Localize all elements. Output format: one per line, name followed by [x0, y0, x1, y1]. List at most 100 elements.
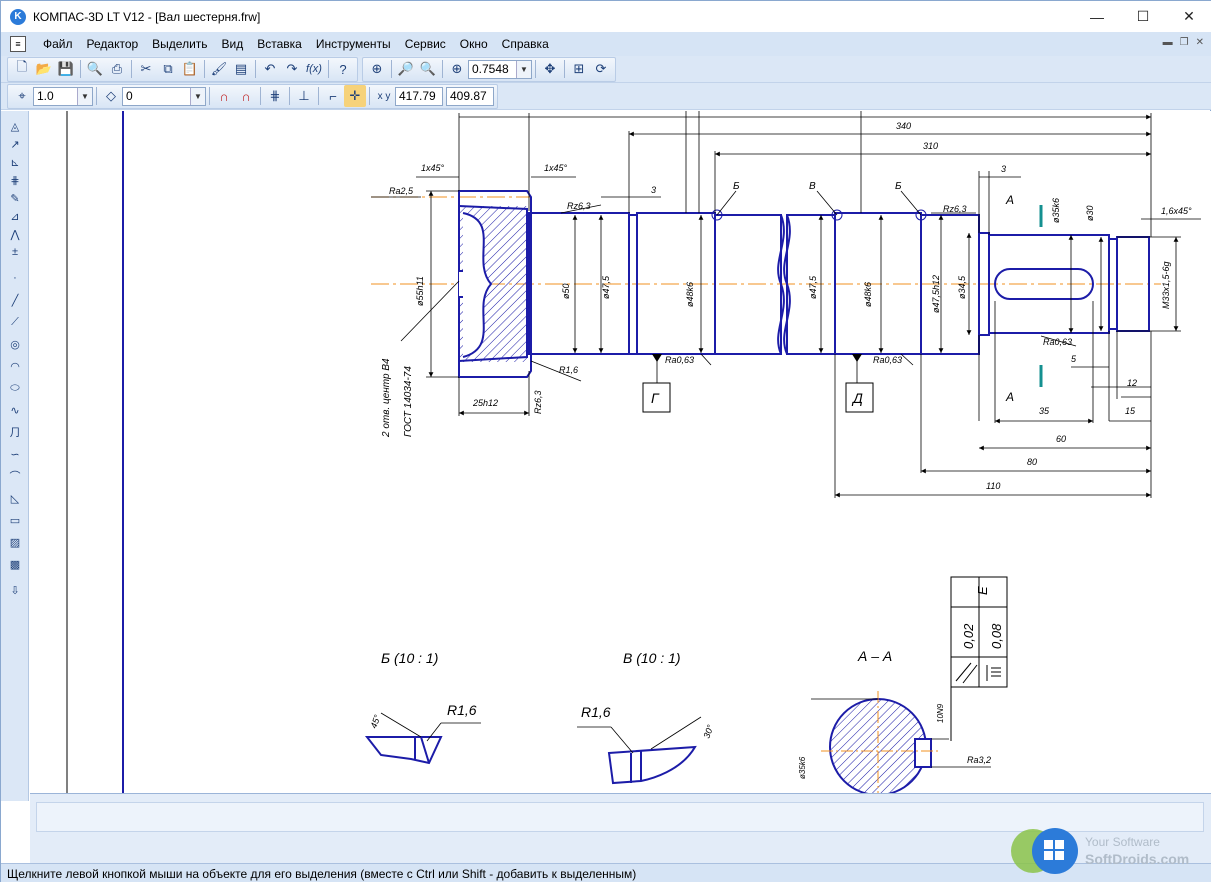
maximize-button[interactable]: ☐: [1120, 1, 1166, 32]
step-cursor-icon[interactable]: ⌖: [11, 85, 33, 107]
chamfer-icon[interactable]: ◺: [6, 489, 24, 507]
context-help-icon[interactable]: ?: [332, 58, 354, 80]
show-all-icon[interactable]: ⊞: [568, 58, 590, 80]
mdi-restore-icon[interactable]: ❐: [1180, 37, 1189, 48]
parametric-icon[interactable]: ✛: [344, 85, 366, 107]
properties-icon[interactable]: ▤: [230, 58, 252, 80]
menu-window[interactable]: Окно: [453, 37, 495, 51]
zoom-in-icon[interactable]: 🔎: [395, 58, 417, 80]
hatch-icon[interactable]: ▨: [6, 533, 24, 551]
menu-help[interactable]: Справка: [495, 37, 556, 51]
segment-icon[interactable]: ⟋: [6, 313, 24, 331]
label-a-bottom: А: [1005, 390, 1014, 404]
menu-select[interactable]: Выделить: [145, 37, 214, 51]
open-folder-icon[interactable]: 📂: [33, 58, 55, 80]
copy-icon[interactable]: ⧉: [157, 58, 179, 80]
fillet-icon[interactable]: ⌒: [6, 467, 24, 485]
dim-phi475a: ø47,5: [601, 275, 611, 299]
chevron-down-icon[interactable]: ▼: [516, 60, 531, 78]
arc-icon[interactable]: ◠: [6, 357, 24, 375]
coord-y-field[interactable]: 409.87: [446, 86, 494, 106]
grid-icon[interactable]: ⋕: [264, 85, 286, 107]
zoom-out-icon[interactable]: 🔍: [417, 58, 439, 80]
datum-d: Д: [851, 390, 863, 406]
parametrize-icon[interactable]: ✎: [6, 189, 24, 207]
save-icon[interactable]: 💾: [55, 58, 77, 80]
menu-service[interactable]: Сервис: [398, 37, 453, 51]
point-icon[interactable]: ·: [6, 269, 24, 287]
collapse-panel-icon[interactable]: ⇩: [6, 581, 24, 599]
spline-icon[interactable]: ∿: [6, 401, 24, 419]
refresh-icon[interactable]: ⟳: [590, 58, 612, 80]
step-combo[interactable]: 1.0 ▼: [33, 86, 93, 106]
redo-icon[interactable]: ↷: [281, 58, 303, 80]
state-toolbar-group: ⌖ 1.0 ▼ ◇ 0 ▼ ∩ ∩ ⋕ ⊥ ⌐ ✛ x y 417.79 409…: [7, 83, 498, 109]
snap-magnet-icon[interactable]: ∩: [213, 85, 235, 107]
tol-value-2: 0,08: [989, 623, 1004, 649]
bezier-icon[interactable]: ∽: [6, 445, 24, 463]
document-icon[interactable]: ≡: [10, 36, 26, 52]
paste-icon[interactable]: 📋: [179, 58, 201, 80]
new-document-icon[interactable]: 🗋: [11, 58, 33, 80]
cut-icon[interactable]: ✂: [135, 58, 157, 80]
undo-icon[interactable]: ↶: [259, 58, 281, 80]
minimize-button[interactable]: —: [1074, 1, 1120, 32]
local-cs-icon[interactable]: ⊥: [293, 85, 315, 107]
tolerance-frame: [950, 576, 1008, 741]
mdi-minimize-icon[interactable]: ▬: [1163, 37, 1173, 48]
drawing-canvas[interactable]: 340 310 3 3 1x45° 1x45° 1,6x45° 35 60 80…: [30, 111, 1211, 793]
mdi-close-icon[interactable]: ✕: [1196, 37, 1204, 48]
chevron-down-icon[interactable]: ▼: [77, 87, 92, 105]
coord-x-value: 417.79: [399, 89, 436, 103]
status-text: Щелкните левой кнопкой мыши на объекте д…: [7, 866, 637, 881]
print-icon[interactable]: ⎙: [106, 58, 128, 80]
zoom-combo[interactable]: 0.7548 ▼: [468, 59, 532, 79]
dim-80: 80: [1027, 457, 1037, 467]
format-brush-icon[interactable]: 🖌: [208, 58, 230, 80]
dim-phi50: ø50: [561, 283, 571, 299]
dim-phi55: ø55h11: [415, 276, 425, 306]
select-icon[interactable]: ⋀: [6, 225, 24, 243]
coordinates-icon[interactable]: x y: [373, 85, 395, 107]
rough-rz63b: Rz6,3: [943, 204, 967, 214]
ortho-icon[interactable]: ⌐: [322, 85, 344, 107]
circle-icon[interactable]: ◎: [6, 335, 24, 353]
section-v-title: В (10 : 1): [623, 650, 681, 666]
polyline-icon[interactable]: ⺆: [6, 423, 24, 441]
edit-icon[interactable]: ⋕: [6, 171, 24, 189]
measure-icon[interactable]: ⊿: [6, 207, 24, 225]
print-preview-icon[interactable]: 🔍: [84, 58, 106, 80]
zoom-window-icon[interactable]: ⊕: [366, 58, 388, 80]
menu-editor[interactable]: Редактор: [80, 37, 146, 51]
ellipse-icon[interactable]: ⬭: [6, 379, 24, 397]
rectangle-icon[interactable]: ▭: [6, 511, 24, 529]
menu-view[interactable]: Вид: [215, 37, 251, 51]
layer-combo[interactable]: 0 ▼: [122, 86, 206, 106]
layers-icon[interactable]: ◇: [100, 85, 122, 107]
local-snap-icon[interactable]: ∩: [235, 85, 257, 107]
notation-icon[interactable]: ⊾: [6, 153, 24, 171]
zoom-scale-icon[interactable]: ⊕: [446, 58, 468, 80]
geometry-icon[interactable]: ◬: [6, 117, 24, 135]
dimensions-icon[interactable]: ↗: [6, 135, 24, 153]
menu-tools[interactable]: Инструменты: [309, 37, 398, 51]
function-icon[interactable]: f(x): [303, 58, 325, 80]
fill-icon[interactable]: ▩: [6, 555, 24, 573]
dim-phi48b: ø48k6: [863, 282, 873, 307]
section-aa-title: А – А: [857, 648, 892, 664]
close-button[interactable]: ✕: [1166, 1, 1211, 32]
coord-x-field[interactable]: 417.79: [395, 86, 443, 106]
chevron-down-icon[interactable]: ▼: [190, 87, 205, 105]
zoom-toolbar-group: ⊕ 🔎 🔍 ⊕ 0.7548 ▼ ✥ ⊞ ⟳: [362, 56, 616, 82]
dim-phi30: ø30: [1085, 205, 1095, 221]
menu-file[interactable]: Файл: [36, 37, 80, 51]
rough-ra063a: Ra0,63: [665, 355, 694, 365]
mdi-controls: ▬ ❐ ✕: [1163, 37, 1204, 48]
rough-ra25: Ra2,5: [389, 186, 414, 196]
label-v-1: В: [809, 181, 816, 192]
pan-icon[interactable]: ✥: [539, 58, 561, 80]
dim-5: 5: [1071, 354, 1077, 364]
menu-insert[interactable]: Вставка: [250, 37, 309, 51]
spec-icon[interactable]: ±: [6, 243, 24, 261]
aux-line-icon[interactable]: ╱: [6, 291, 24, 309]
